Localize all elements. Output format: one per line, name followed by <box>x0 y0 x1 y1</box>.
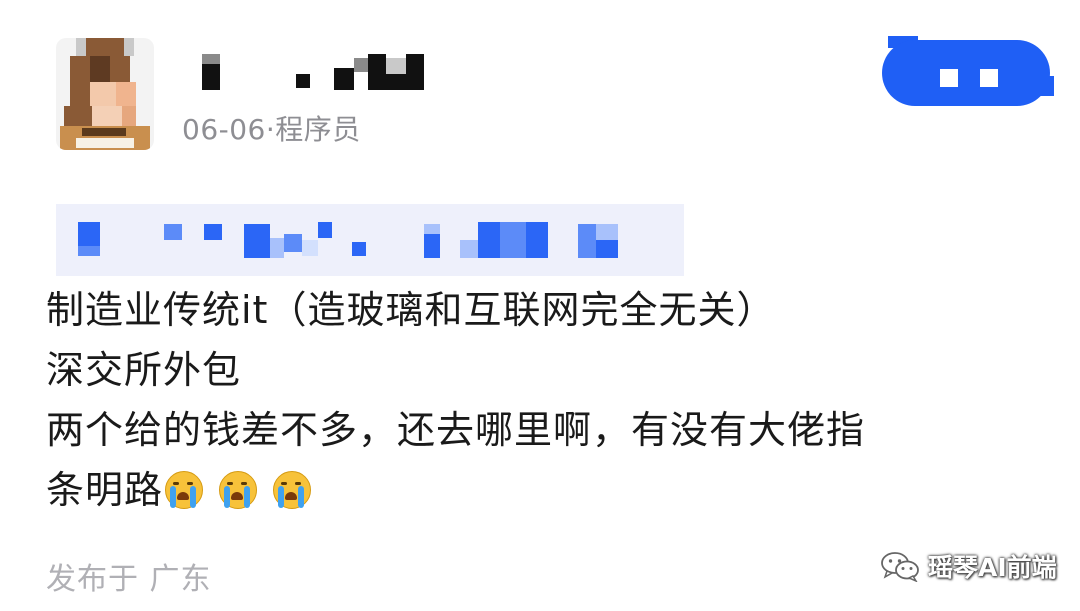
location-prefix: 发布于 <box>46 562 139 597</box>
post-body: 制造业传统it（造玻璃和互联网完全无关） 深交所外包 两个给的钱差不多，还去哪里… <box>46 280 1036 520</box>
location-value: 广东 <box>149 562 212 597</box>
post-body-line: 两个给的钱差不多，还去哪里啊，有没有大佬指 <box>46 408 866 452</box>
author-occupation: 程序员 <box>275 113 361 146</box>
post-meta: 06-06·程序员 <box>182 108 361 148</box>
wechat-icon <box>881 552 919 582</box>
button-mosaic-dot <box>940 69 958 87</box>
watermark-text: 瑶琴AI前端 <box>928 553 1057 582</box>
button-mosaic-block <box>1018 76 1054 96</box>
button-mosaic-body <box>882 40 1050 106</box>
loudly-crying-face-icon <box>271 469 312 509</box>
post-body-line: 制造业传统it（造玻璃和互联网完全无关） <box>46 288 776 332</box>
post-location: 发布于 广东 <box>46 554 212 598</box>
loudly-crying-face-icon <box>217 469 258 509</box>
meta-separator: · <box>265 113 276 146</box>
button-mosaic-dot <box>980 69 998 87</box>
post-date: 06-06 <box>182 113 266 146</box>
post-body-line: 条明路 <box>46 468 164 512</box>
author-avatar[interactable] <box>56 38 154 150</box>
follow-button-masked[interactable] <box>878 36 1054 108</box>
watermark: 瑶琴AI前端 <box>880 548 1057 584</box>
author-name-masked[interactable] <box>200 48 432 94</box>
post-body-line-last: 条明路 <box>46 460 1036 520</box>
post-body-line: 深交所外包 <box>46 348 242 392</box>
post-title-masked[interactable] <box>56 204 684 276</box>
loudly-crying-face-icon <box>163 469 204 509</box>
